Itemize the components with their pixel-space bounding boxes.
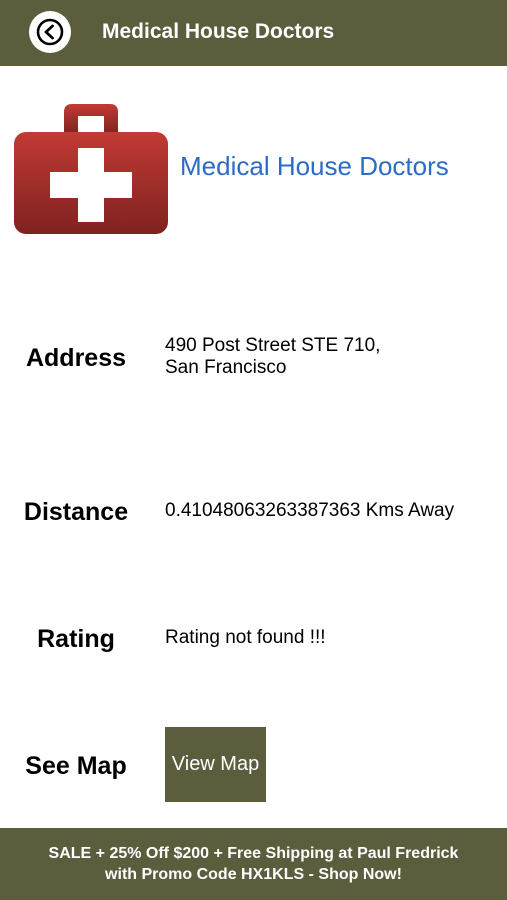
address-label: Address: [25, 344, 127, 372]
back-arrow-circle-icon: [36, 18, 64, 46]
distance-value: 0.41048063263387363 Kms Away: [165, 500, 455, 521]
see-map-label: See Map: [25, 752, 127, 780]
view-map-button[interactable]: View Map: [165, 727, 266, 802]
back-button[interactable]: [29, 11, 71, 53]
navigation-bar: Medical House Doctors: [0, 0, 507, 66]
promo-banner[interactable]: SALE + 25% Off $200 + Free Shipping at P…: [0, 828, 507, 900]
address-value: 490 Post Street STE 710, San Francisco: [165, 335, 495, 379]
rating-value: Rating not found !!!: [165, 627, 326, 648]
promo-line-1: SALE + 25% Off $200 + Free Shipping at P…: [48, 845, 459, 862]
distance-label: Distance: [23, 498, 129, 526]
promo-line-2: with Promo Code HX1KLS - Shop Now!: [105, 866, 402, 883]
detail-screen: Medical House Doctors Medical House Doct…: [0, 0, 507, 900]
business-name: Medical House Doctors: [180, 151, 449, 181]
medical-kit-icon: [14, 104, 168, 234]
address-line-2: San Francisco: [165, 357, 287, 378]
address-line-1: 490 Post Street STE 710,: [165, 335, 381, 356]
page-title: Medical House Doctors: [102, 20, 335, 43]
rating-label: Rating: [37, 625, 115, 653]
